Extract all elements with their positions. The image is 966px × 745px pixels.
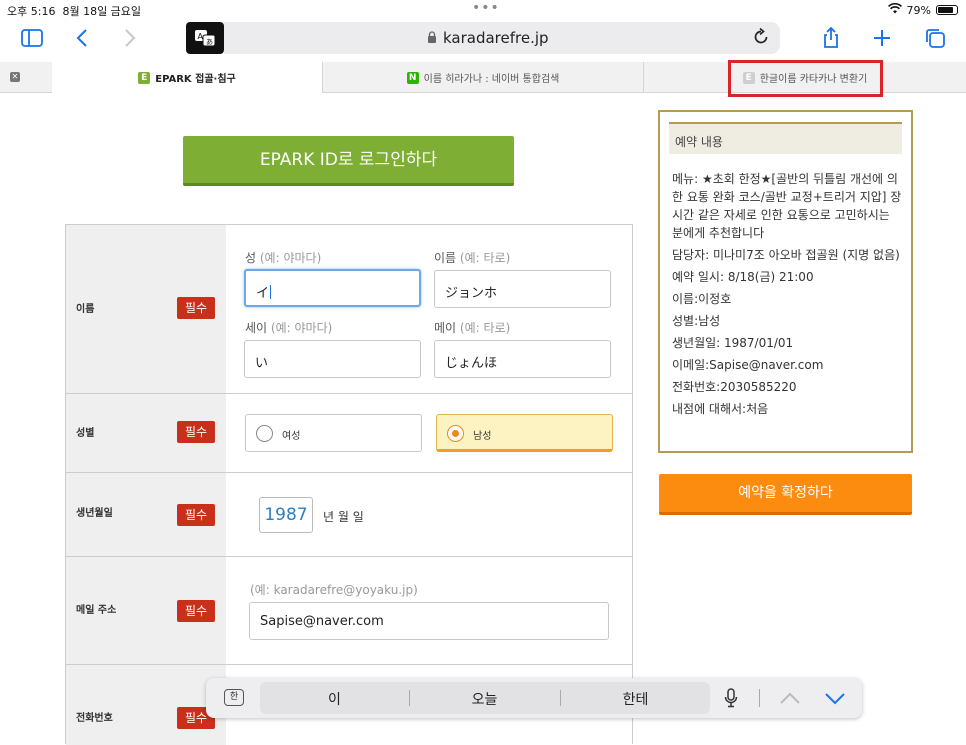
name-label: 이름	[76, 304, 95, 315]
text-caret	[270, 285, 272, 299]
suggestion-item[interactable]: 이	[260, 689, 409, 709]
gender-female-radio[interactable]: 여성	[245, 414, 422, 452]
battery-icon	[936, 5, 958, 15]
email-input[interactable]: Sapise@naver.com	[249, 602, 609, 640]
close-tab-icon[interactable]: ✕	[10, 72, 20, 82]
status-bar: 오후 5:16 8월 18일 금요일 ••• 79%	[0, 0, 966, 20]
status-right: 79%	[887, 2, 958, 17]
url-text: karadarefre.jp	[443, 29, 549, 47]
suggestion-item[interactable]: 오늘	[410, 689, 559, 709]
email-hint: (예: karadarefre@yoyaku.jp)	[250, 583, 418, 597]
required-badge: 필수	[177, 504, 215, 526]
gender-male-radio[interactable]: 남성	[436, 414, 613, 452]
next-field-icon[interactable]	[824, 688, 846, 708]
keyboard-suggestion-bar: 한 이 오늘 한테	[206, 678, 862, 718]
tab-label: EPARK 접골·침구	[155, 74, 236, 85]
toolbar-divider	[759, 689, 760, 707]
reservation-summary: 예약 내용 메뉴: ★초회 한정★[골반의 뒤틀림 개선에 의한 요통 완화 코…	[658, 110, 913, 453]
mei-kana-label: 메이 (예: 타로)	[434, 321, 511, 335]
suggestion-item[interactable]: 한테	[561, 689, 710, 709]
sei-kana-label: 세이 (예: 야마다)	[245, 321, 333, 335]
share-icon[interactable]	[816, 26, 846, 52]
mei-input[interactable]: ジョンホ	[434, 270, 611, 308]
new-tab-icon[interactable]	[867, 26, 897, 52]
status-time: 오후 5:16 8월 18일 금요일	[7, 5, 142, 18]
email-row: 메일 주소 필수 (예: karadarefre@yoyaku.jp) Sapi…	[66, 557, 632, 665]
radio-dot-icon	[256, 425, 273, 442]
sei-input[interactable]: イ	[244, 269, 421, 307]
forward-icon[interactable]	[114, 26, 144, 52]
summary-gender: 성별:남성	[672, 314, 721, 328]
address-bar[interactable]: karadarefre.jp	[224, 22, 780, 54]
gender-row: 성별 필수 여성 남성	[66, 394, 632, 473]
microphone-icon[interactable]	[724, 688, 738, 708]
reservation-form: 이름 필수 성 (예: 야마다) イ 이름 (예: 타로) ジョンホ 세이 (예…	[65, 224, 633, 745]
male-label: 남성	[473, 431, 492, 442]
name-fields: 성 (예: 야마다) イ 이름 (예: 타로) ジョンホ 세이 (예: 야마다)…	[226, 225, 632, 393]
required-badge: 필수	[177, 297, 215, 319]
gender-label: 성별	[76, 428, 95, 439]
row-label-cell: 이름 필수	[66, 225, 226, 393]
radio-dot-icon	[447, 425, 464, 442]
summary-title: 예약 내용	[669, 122, 902, 154]
reload-icon[interactable]	[750, 26, 772, 48]
row-label-cell: 성별 필수	[66, 394, 226, 472]
email-fields: (예: karadarefre@yoyaku.jp) Sapise@naver.…	[226, 557, 632, 664]
row-label-cell: 전화번호 필수	[66, 665, 226, 745]
summary-staff: 담당자: 미나미7조 아오바 접골원 (지명 없음)	[672, 248, 900, 262]
sidebar-toggle-icon[interactable]	[17, 26, 47, 52]
tab-label: 이름 히라가나 : 네이버 통합검색	[423, 74, 560, 85]
summary-birth: 생년월일: 1987/01/01	[672, 336, 794, 350]
summary-body: 메뉴: ★초회 한정★[골반의 뒤틀림 개선에 의한 요통 완화 코스/골반 교…	[672, 170, 904, 422]
birth-row: 생년월일 필수 1987 년 월 일	[66, 473, 632, 557]
language-switch-icon[interactable]: 한	[224, 689, 244, 706]
battery-percent: 79%	[906, 3, 931, 17]
mei-label: 이름 (예: 타로)	[434, 251, 511, 265]
birth-suffix: 년 월 일	[323, 510, 364, 524]
summary-visit: 내점에 대해서:처음	[672, 402, 769, 416]
birth-fields: 1987 년 월 일	[226, 473, 632, 556]
epark-favicon-icon: E	[138, 71, 151, 84]
row-label-cell: 생년월일 필수	[66, 473, 226, 556]
required-badge: 필수	[177, 600, 215, 622]
naver-favicon-icon: N	[406, 71, 419, 84]
summary-menu: 메뉴: ★초회 한정★[골반의 뒤틀림 개선에 의한 요통 완화 코스/골반 교…	[672, 172, 902, 240]
summary-phone: 전화번호:2030585220	[672, 380, 797, 394]
translate-extension-icon[interactable]: Aあ	[186, 22, 224, 54]
back-icon[interactable]	[68, 26, 98, 52]
female-label: 여성	[282, 431, 301, 442]
tabs-overview-icon[interactable]	[920, 26, 950, 52]
sei-kana-input[interactable]: い	[244, 340, 421, 378]
tab-naver[interactable]: N 이름 히라가나 : 네이버 통합검색	[323, 62, 643, 93]
svg-text:A: A	[198, 32, 204, 41]
browser-toolbar: Aあ karadarefre.jp	[0, 20, 966, 62]
birth-year-input[interactable]: 1987	[259, 497, 313, 533]
summary-name: 이름:이정호	[672, 292, 732, 306]
summary-datetime: 예약 일시: 8/18(금) 21:00	[672, 270, 814, 284]
gender-options: 여성 남성	[226, 394, 632, 472]
sei-label: 성 (예: 야마다)	[245, 251, 322, 265]
summary-email: 이메일:Sapise@naver.com	[672, 358, 824, 372]
tab-highlight-annotation	[728, 60, 883, 97]
svg-text:あ: あ	[206, 38, 213, 46]
previous-field-icon[interactable]	[779, 688, 801, 708]
tab-epark[interactable]: E EPARK 접골·침구	[52, 62, 322, 93]
email-label: 메일 주소	[76, 605, 117, 616]
phone-label: 전화번호	[76, 713, 113, 724]
epark-login-button[interactable]: EPARK ID로 로그인하다	[183, 136, 514, 186]
mei-kana-input[interactable]: じょんほ	[434, 340, 611, 378]
multitask-dots-icon[interactable]: •••	[472, 0, 500, 16]
name-row: 이름 필수 성 (예: 야마다) イ 이름 (예: 타로) ジョンホ 세이 (예…	[66, 225, 632, 394]
wifi-icon	[887, 2, 902, 17]
lock-icon	[428, 31, 436, 43]
required-badge: 필수	[177, 421, 215, 443]
birth-label: 생년월일	[76, 508, 113, 519]
confirm-reservation-button[interactable]: 예약을 확정하다	[659, 474, 912, 515]
row-label-cell: 메일 주소 필수	[66, 557, 226, 664]
suggestion-strip: 이 오늘 한테	[260, 682, 710, 714]
